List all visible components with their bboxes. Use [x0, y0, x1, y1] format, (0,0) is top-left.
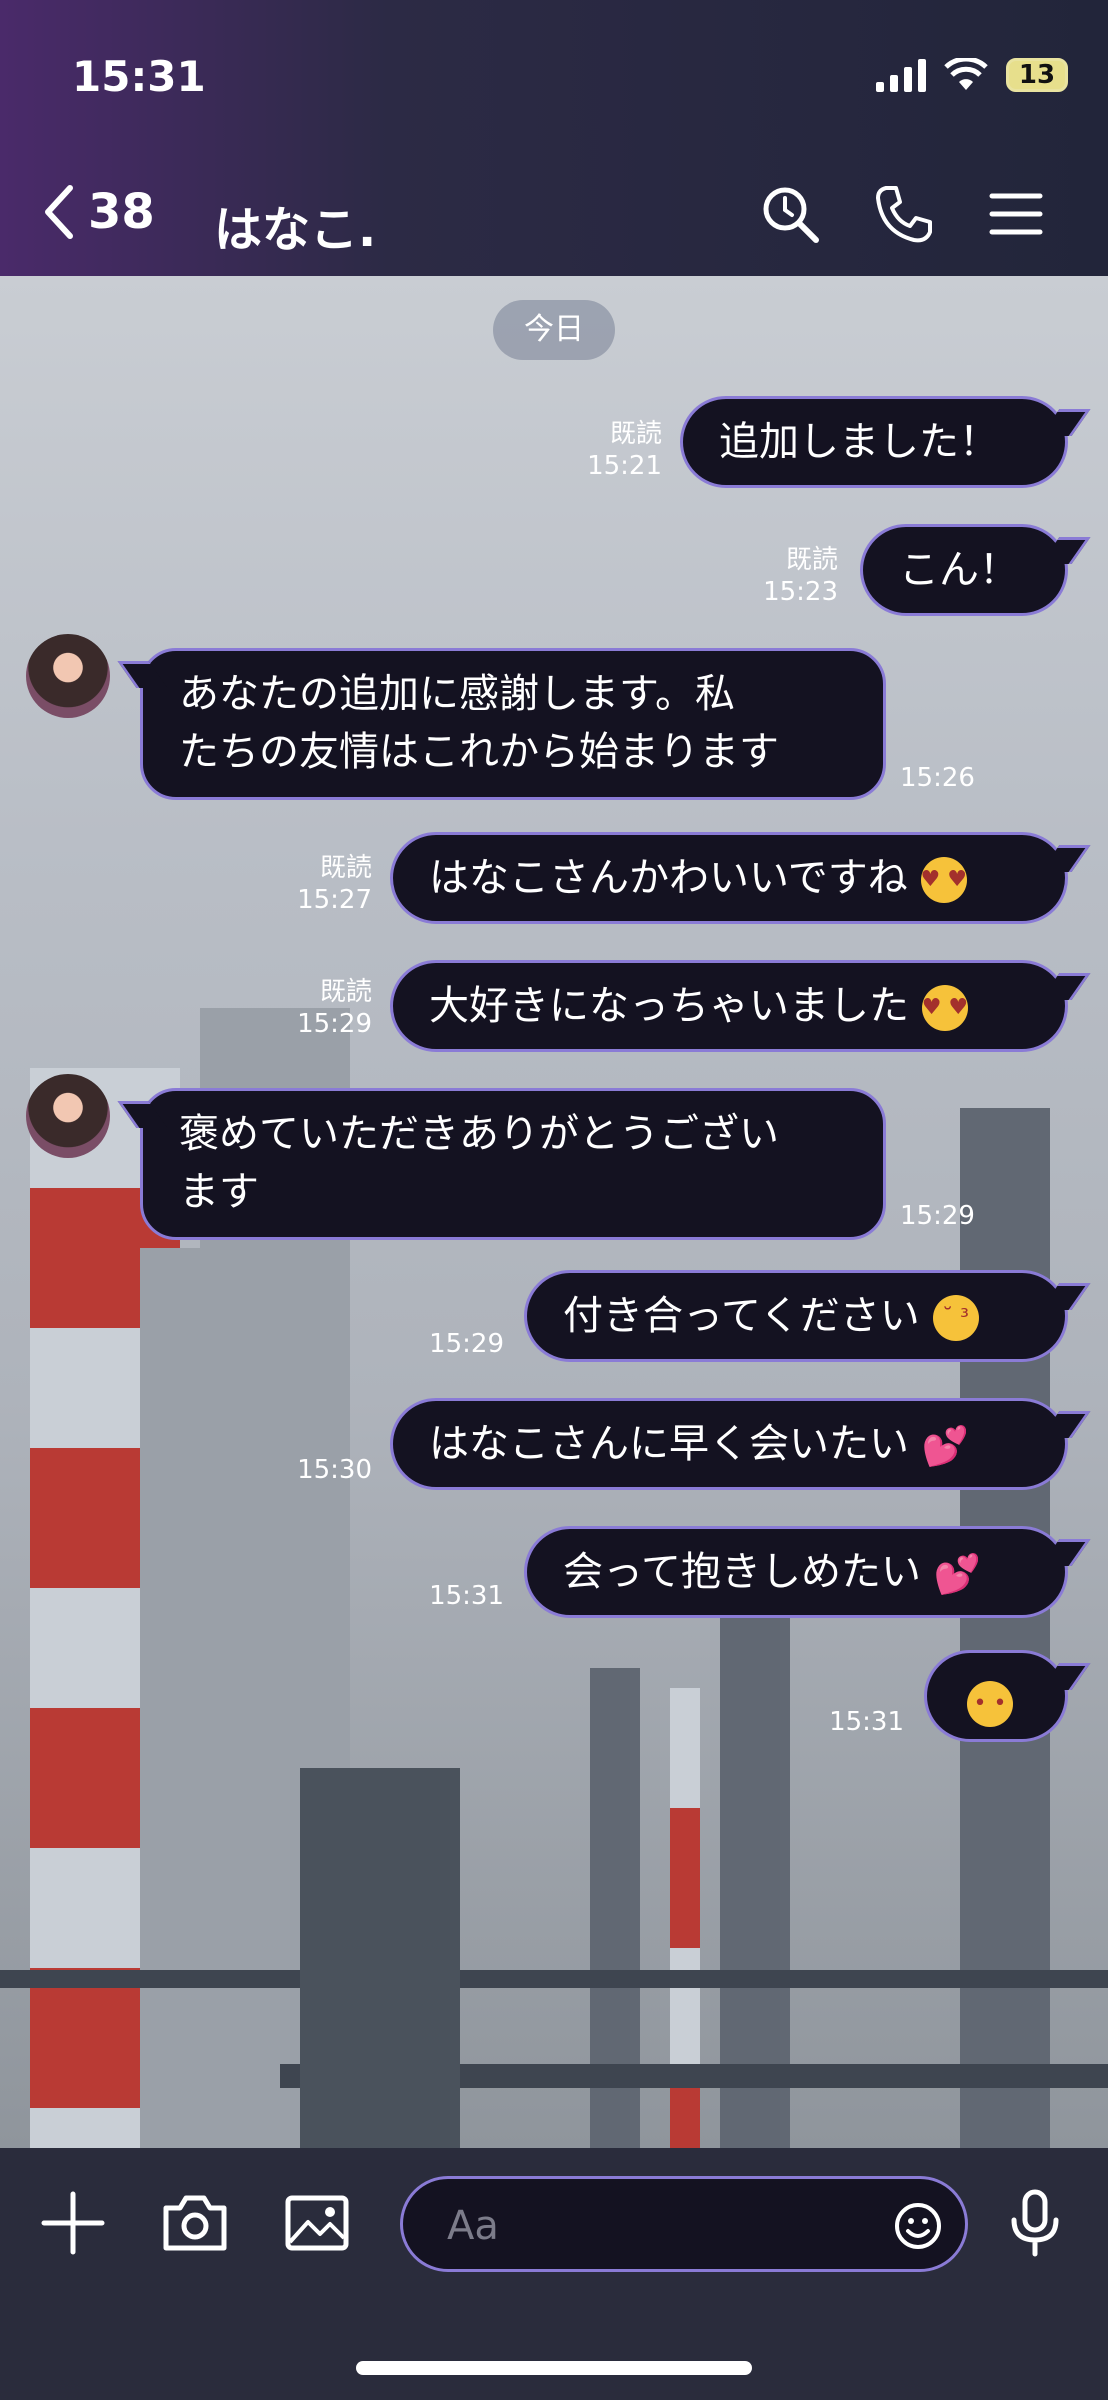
outgoing-message[interactable]: 大好きになっちゃいました — [390, 960, 1068, 1052]
message-text: こん！ — [899, 547, 1019, 593]
background-structure — [300, 1768, 460, 2148]
message-text: 付き合ってください — [563, 1293, 920, 1339]
message-time: 15:29 — [429, 1329, 504, 1359]
message-text: はなこさんかわいいですね — [429, 855, 908, 901]
message-text: 大好きになっちゃいました — [429, 983, 909, 1029]
kissing-face-emoji-icon — [932, 1295, 979, 1341]
message-time: 15:27 — [297, 885, 372, 915]
heart-eyes-emoji-icon — [920, 857, 967, 903]
phone-icon[interactable] — [872, 182, 936, 246]
message-time: 15:29 — [900, 1201, 975, 1231]
top-bar: 15:31 13 38 はなこ. — [0, 0, 1108, 276]
message-time: 15:29 — [297, 1009, 372, 1039]
emoji-icon[interactable] — [893, 2201, 943, 2251]
message-time: 15:30 — [297, 1455, 372, 1485]
read-receipt: 既読 — [609, 419, 662, 449]
chevron-left-icon — [45, 185, 73, 239]
message-text: はなこさんに早く会いたい — [429, 1421, 909, 1467]
message-text-line: ます — [179, 1169, 259, 1215]
two-hearts-icon: 💕 — [921, 1424, 970, 1468]
message-time: 15:26 — [900, 763, 975, 793]
message-text: 会って抱きしめたい — [563, 1549, 921, 1595]
message-meta: 既読 15:21 — [587, 418, 662, 482]
message-time: 15:23 — [763, 577, 838, 607]
message-time: 15:21 — [587, 451, 662, 481]
message-time: 15:31 — [429, 1581, 504, 1611]
outgoing-message[interactable]: 追加しました！ — [680, 396, 1068, 488]
home-indicator — [356, 2361, 752, 2375]
message-text-line: たちの友情はこれから始まります — [179, 729, 779, 775]
background-pipe — [0, 1970, 1108, 1988]
back-button[interactable]: 38 — [40, 182, 155, 242]
message-text-line: 褒めていただきありがとうござい — [179, 1111, 779, 1157]
outgoing-message[interactable] — [924, 1650, 1068, 1742]
chat-title: はなこ. — [214, 202, 377, 258]
date-separator: 今日 — [493, 300, 615, 360]
chat-header: 38 はなこ. — [0, 160, 1108, 270]
two-hearts-icon: 💕 — [933, 1552, 982, 1596]
image-icon[interactable] — [282, 2188, 352, 2258]
heart-eyes-emoji-icon — [921, 985, 968, 1031]
input-placeholder: Aa — [447, 2203, 499, 2249]
pleading-face-emoji-icon — [967, 1681, 1013, 1727]
search-icon[interactable] — [758, 182, 822, 246]
message-time: 15:31 — [829, 1707, 904, 1737]
outgoing-message[interactable]: 付き合ってください — [524, 1270, 1068, 1362]
avatar[interactable] — [26, 634, 110, 718]
battery-icon: 13 — [1006, 58, 1068, 92]
status-icons: 13 — [874, 58, 1068, 92]
outgoing-message[interactable]: こん！ — [860, 524, 1068, 616]
wifi-icon — [944, 58, 988, 90]
message-meta: 既読 15:29 — [297, 976, 372, 1040]
read-receipt: 既読 — [785, 545, 838, 575]
message-text-line: あなたの追加に感謝します。私 — [179, 671, 735, 717]
message-meta: 既読 15:23 — [763, 544, 838, 608]
unread-count: 38 — [88, 184, 155, 240]
read-receipt: 既読 — [319, 977, 372, 1007]
message-text: 追加しました！ — [719, 419, 999, 465]
mic-icon[interactable] — [1000, 2188, 1070, 2258]
incoming-message[interactable]: あなたの追加に感謝します。私 たちの友情はこれから始まります — [140, 648, 886, 800]
background-tower — [960, 1108, 1050, 2148]
background-tower — [140, 1248, 210, 2148]
status-time: 15:31 — [72, 52, 206, 101]
message-meta: 既読 15:27 — [297, 852, 372, 916]
outgoing-message[interactable]: はなこさんかわいいですね — [390, 832, 1068, 924]
message-input[interactable]: Aa — [400, 2176, 968, 2272]
signal-icon — [876, 59, 926, 92]
incoming-message[interactable]: 褒めていただきありがとうござい ます — [140, 1088, 886, 1240]
read-receipt: 既読 — [319, 853, 372, 883]
outgoing-message[interactable]: 会って抱きしめたい 💕 — [524, 1526, 1068, 1618]
menu-icon[interactable] — [984, 182, 1048, 246]
camera-icon[interactable] — [160, 2188, 230, 2258]
outgoing-message[interactable]: はなこさんに早く会いたい 💕 — [390, 1398, 1068, 1490]
avatar[interactable] — [26, 1074, 110, 1158]
plus-icon[interactable] — [38, 2188, 108, 2258]
